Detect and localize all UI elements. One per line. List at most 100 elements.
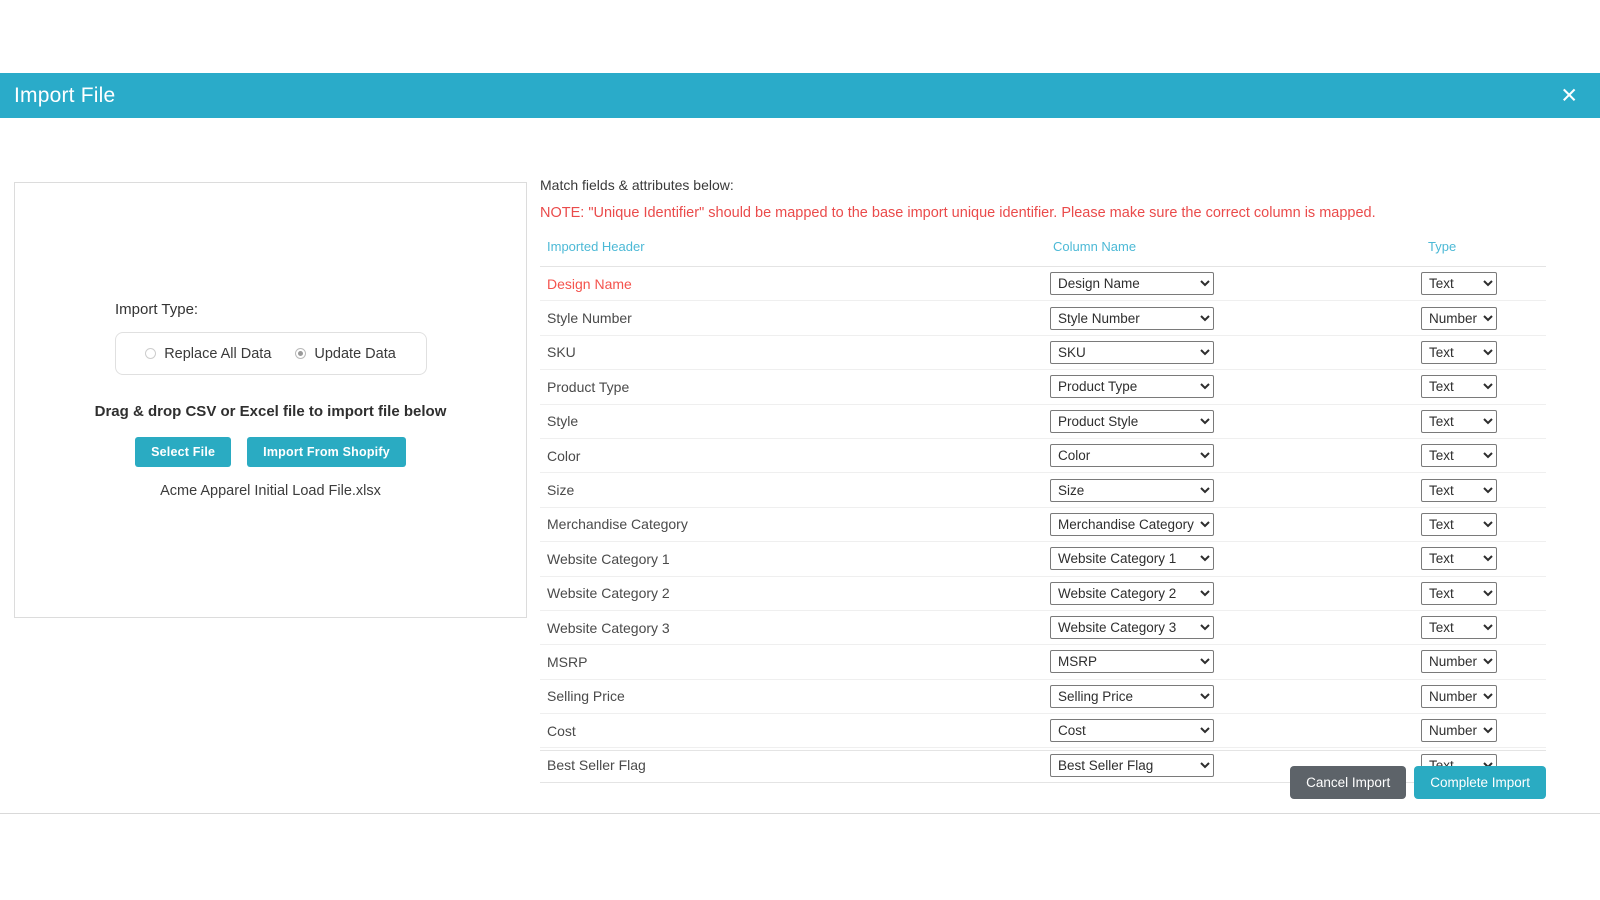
table-row: ColorColor TextNumber xyxy=(540,438,1546,472)
cell-type: TextNumber xyxy=(1421,610,1546,644)
upload-button-row: Select File Import From Shopify xyxy=(15,437,526,467)
table-body: Design NameDesign NameTextNumberStyle Nu… xyxy=(540,267,1546,783)
type-select[interactable]: NumberText xyxy=(1421,719,1497,742)
cancel-import-button[interactable]: Cancel Import xyxy=(1290,766,1406,799)
unique-identifier-note: NOTE: "Unique Identifier" should be mapp… xyxy=(540,205,1560,221)
type-select[interactable]: TextNumber xyxy=(1421,341,1497,364)
close-icon[interactable]: ✕ xyxy=(1560,85,1578,106)
column-header-imported-header: Imported Header xyxy=(540,239,1046,267)
type-select[interactable]: TextNumber xyxy=(1421,547,1497,570)
imported-header-label: Size xyxy=(540,482,1046,498)
table-row: StyleProduct Style TextNumber xyxy=(540,404,1546,438)
table-row: Selling PriceSelling Price NumberText xyxy=(540,679,1546,713)
type-select[interactable]: TextNumber xyxy=(1421,582,1497,605)
column-name-select[interactable]: Product Style xyxy=(1050,410,1214,433)
cell-column-name: SKU xyxy=(1046,335,1421,369)
column-name-select[interactable]: Website Category 3 xyxy=(1050,616,1214,639)
column-name-select[interactable]: Website Category 1 xyxy=(1050,547,1214,570)
column-name-select[interactable]: Product Type xyxy=(1050,375,1214,398)
cell-column-name: Product Style xyxy=(1046,404,1421,438)
table-row: SizeSize TextNumber xyxy=(540,473,1546,507)
type-select[interactable]: NumberText xyxy=(1421,650,1497,673)
selected-file-name: Acme Apparel Initial Load File.xlsx xyxy=(15,483,526,499)
type-select[interactable]: TextNumber xyxy=(1421,513,1497,536)
cell-type: TextNumber xyxy=(1421,542,1546,576)
match-fields-instruction: Match fields & attributes below: xyxy=(540,177,1560,193)
type-select[interactable]: TextNumber xyxy=(1421,410,1497,433)
imported-header-label: Website Category 3 xyxy=(540,620,1046,636)
column-name-select[interactable]: Merchandise Category xyxy=(1050,513,1214,536)
cell-column-name: Cost xyxy=(1046,714,1421,748)
cell-type: NumberText xyxy=(1421,714,1546,748)
table-row: Merchandise CategoryMerchandise Category… xyxy=(540,507,1546,541)
cell-type: NumberText xyxy=(1421,645,1546,679)
radio-update-data[interactable]: Update Data xyxy=(295,346,395,362)
cell-column-name: Website Category 2 xyxy=(1046,576,1421,610)
cell-type: NumberText xyxy=(1421,679,1546,713)
cell-imported-header: Style xyxy=(540,404,1046,438)
cell-column-name: Color xyxy=(1046,438,1421,472)
cell-type: TextNumber xyxy=(1421,438,1546,472)
type-select[interactable]: TextNumber xyxy=(1421,272,1497,295)
table-header-row: Imported Header Column Name Type xyxy=(540,239,1546,267)
cell-type: TextNumber xyxy=(1421,404,1546,438)
column-name-select[interactable]: Size xyxy=(1050,479,1214,502)
cell-type: TextNumber xyxy=(1421,267,1546,301)
type-select[interactable]: NumberText xyxy=(1421,307,1497,330)
file-upload-panel: Import Type: Replace All Data Update Dat… xyxy=(14,182,527,618)
cell-imported-header: Color xyxy=(540,438,1046,472)
radio-replace-all-data-dot[interactable] xyxy=(145,348,156,359)
import-from-shopify-button[interactable]: Import From Shopify xyxy=(247,437,406,467)
column-name-select[interactable]: Cost xyxy=(1050,719,1214,742)
radio-update-data-dot[interactable] xyxy=(295,348,306,359)
type-select[interactable]: TextNumber xyxy=(1421,375,1497,398)
column-name-select[interactable]: Style Number xyxy=(1050,307,1214,330)
table-row: Design NameDesign NameTextNumber xyxy=(540,267,1546,301)
type-select[interactable]: TextNumber xyxy=(1421,616,1497,639)
imported-header-label: Selling Price xyxy=(540,688,1046,704)
cell-column-name: Design Name xyxy=(1046,267,1421,301)
imported-header-label: SKU xyxy=(540,344,1046,360)
type-select[interactable]: NumberText xyxy=(1421,685,1497,708)
radio-replace-all-data[interactable]: Replace All Data xyxy=(145,346,271,362)
select-file-button[interactable]: Select File xyxy=(135,437,231,467)
cell-column-name: MSRP xyxy=(1046,645,1421,679)
field-mapping-panel: Match fields & attributes below: NOTE: "… xyxy=(540,118,1560,783)
column-header-type: Type xyxy=(1421,239,1546,267)
column-name-select[interactable]: Website Category 2 xyxy=(1050,582,1214,605)
type-select[interactable]: TextNumber xyxy=(1421,444,1497,467)
modal-body: Import Type: Replace All Data Update Dat… xyxy=(0,118,1600,813)
column-name-select[interactable]: Selling Price xyxy=(1050,685,1214,708)
column-name-select[interactable]: Design Name xyxy=(1050,272,1214,295)
column-name-select[interactable]: MSRP xyxy=(1050,650,1214,673)
cell-type: TextNumber xyxy=(1421,576,1546,610)
table-row: Product TypeProduct Type TextNumber xyxy=(540,370,1546,404)
complete-import-button[interactable]: Complete Import xyxy=(1414,766,1546,799)
cell-type: NumberText xyxy=(1421,301,1546,335)
cell-imported-header: Website Category 3 xyxy=(540,610,1046,644)
imported-header-label: Cost xyxy=(540,723,1046,739)
cell-imported-header: Website Category 2 xyxy=(540,576,1046,610)
type-select[interactable]: TextNumber xyxy=(1421,479,1497,502)
cell-imported-header: Style Number xyxy=(540,301,1046,335)
table-row: Website Category 3Website Category 3 Text… xyxy=(540,610,1546,644)
table-row: CostCost NumberText xyxy=(540,714,1546,748)
column-name-select[interactable]: SKU xyxy=(1050,341,1214,364)
import-type-radio-group: Replace All Data Update Data xyxy=(115,332,427,375)
radio-replace-all-data-label: Replace All Data xyxy=(164,346,271,362)
table-row: Website Category 2Website Category 2 Text… xyxy=(540,576,1546,610)
imported-header-label: Product Type xyxy=(540,379,1046,395)
imported-header-label: MSRP xyxy=(540,654,1046,670)
import-file-modal: Import File ✕ Import Type: Replace All D… xyxy=(0,73,1600,814)
cell-imported-header: Size xyxy=(540,473,1046,507)
table-row: Website Category 1Website Category 1Text… xyxy=(540,542,1546,576)
cell-type: TextNumber xyxy=(1421,370,1546,404)
column-name-select[interactable]: Color xyxy=(1050,444,1214,467)
imported-header-label: Merchandise Category xyxy=(540,516,1046,532)
cell-column-name: Style Number xyxy=(1046,301,1421,335)
import-type-label: Import Type: xyxy=(115,301,526,318)
column-header-column-name: Column Name xyxy=(1046,239,1421,267)
file-upload-content: Import Type: Replace All Data Update Dat… xyxy=(15,301,526,499)
cell-column-name: Merchandise Category xyxy=(1046,507,1421,541)
imported-header-label: Style xyxy=(540,413,1046,429)
